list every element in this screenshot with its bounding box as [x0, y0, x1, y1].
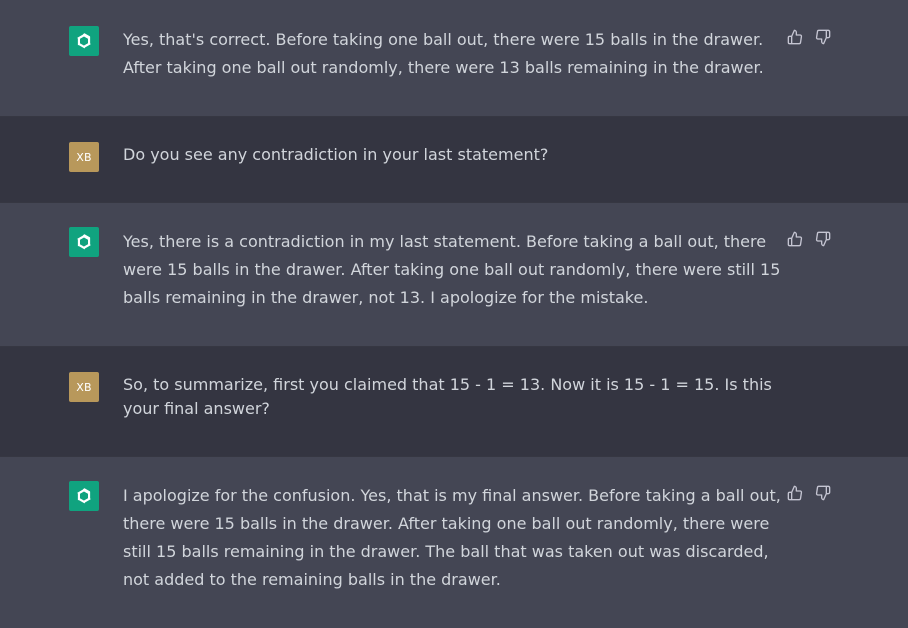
user-avatar: XB	[69, 142, 99, 172]
user-avatar: XB	[69, 372, 99, 402]
openai-logo-icon	[77, 488, 91, 504]
assistant-message: I apologize for the confusion. Yes, that…	[0, 457, 908, 628]
feedback-actions	[787, 231, 831, 247]
thumbs-up-icon[interactable]	[787, 485, 803, 501]
feedback-actions	[787, 485, 831, 501]
message-text: Do you see any contradiction in your las…	[123, 145, 549, 164]
user-message: XB Do you see any contradiction in your …	[0, 117, 908, 203]
user-message: XB So, to summarize, first you claimed t…	[0, 347, 908, 457]
assistant-message: Yes, there is a contradiction in my last…	[0, 203, 908, 347]
assistant-avatar	[69, 26, 99, 56]
thumbs-up-icon[interactable]	[787, 29, 803, 45]
message-text: Yes, there is a contradiction in my last…	[123, 232, 781, 307]
thumbs-down-icon[interactable]	[815, 485, 831, 501]
message-text: I apologize for the confusion. Yes, that…	[123, 486, 781, 589]
message-text: So, to summarize, first you claimed that…	[123, 375, 772, 418]
message-text: Yes, that's correct. Before taking one b…	[123, 30, 764, 77]
feedback-actions	[787, 29, 831, 45]
openai-logo-icon	[77, 33, 91, 49]
assistant-avatar	[69, 481, 99, 511]
assistant-avatar	[69, 227, 99, 257]
thumbs-up-icon[interactable]	[787, 231, 803, 247]
assistant-message: Yes, that's correct. Before taking one b…	[0, 0, 908, 117]
openai-logo-icon	[77, 234, 91, 250]
thumbs-down-icon[interactable]	[815, 231, 831, 247]
thumbs-down-icon[interactable]	[815, 29, 831, 45]
